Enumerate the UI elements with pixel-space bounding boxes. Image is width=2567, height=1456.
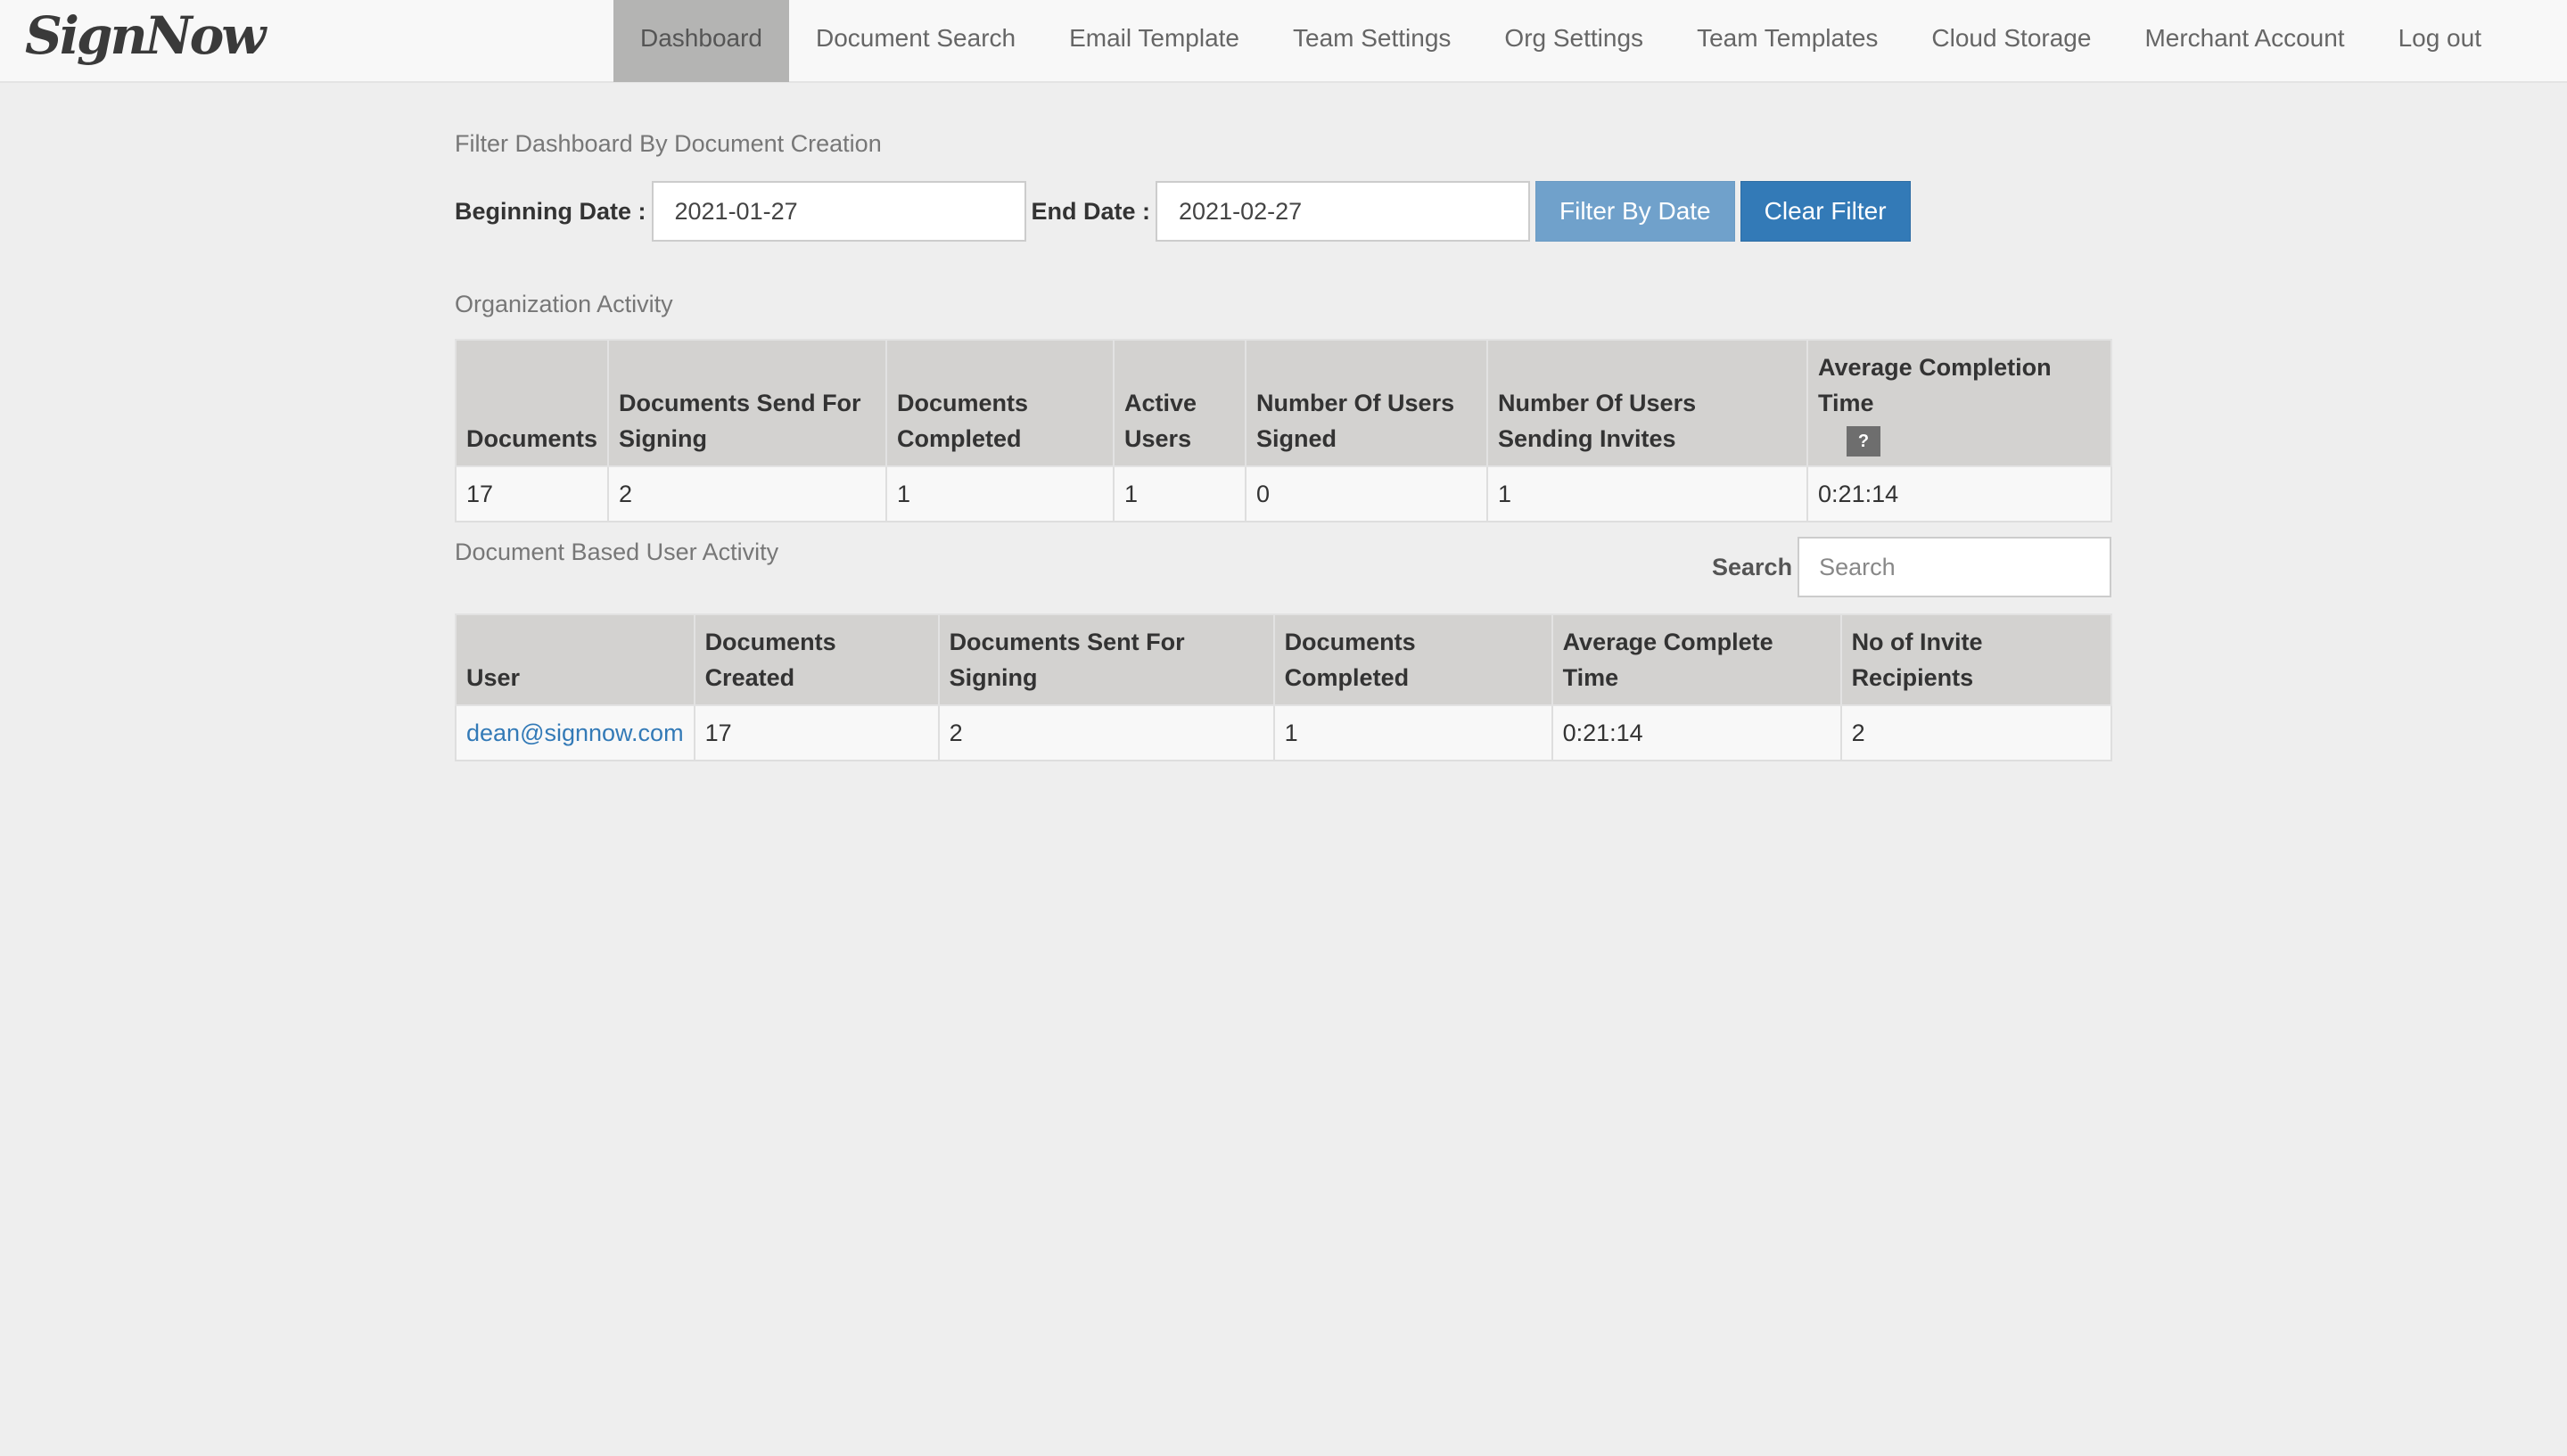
- user-email-link[interactable]: dean@signnow.com: [466, 720, 684, 746]
- user-activity-title: Document Based User Activity: [455, 539, 779, 565]
- beginning-date-label: Beginning Date :: [455, 197, 646, 225]
- cell-invite-recipients: 2: [1839, 704, 2113, 761]
- user-activity-table: User Documents Created Documents Sent Fo…: [455, 613, 2113, 761]
- nav-menu: Dashboard Document Search Email Template…: [613, 0, 2508, 82]
- col-users-signed: Number Of Users Signed: [1245, 339, 1489, 467]
- end-date-label: End Date :: [1031, 197, 1151, 225]
- col-active-users: Active Users: [1113, 339, 1247, 467]
- org-activity-table: Documents Documents Send For Signing Doc…: [454, 339, 2112, 522]
- col-documents-created[interactable]: Documents Created: [693, 613, 940, 706]
- col-documents-completed[interactable]: Documents Completed: [1272, 613, 1553, 706]
- user-search: Search: [1712, 537, 2112, 597]
- date-filter-row: Beginning Date : End Date : Filter By Da…: [455, 181, 1916, 242]
- search-input[interactable]: [1798, 537, 2112, 597]
- cell-documents-completed: 1: [1272, 704, 1553, 761]
- col-user[interactable]: User: [455, 613, 695, 706]
- cell-documents-completed: 1: [885, 465, 1115, 522]
- col-average-completion-time: Average Completion Time ?: [1806, 339, 2112, 467]
- cell-documents-sent-for-signing: 2: [937, 704, 1275, 761]
- clear-filter-button[interactable]: Clear Filter: [1740, 181, 1911, 242]
- col-documents-send-for-signing: Documents Send For Signing: [607, 339, 888, 467]
- table-header-row: User Documents Created Documents Sent Fo…: [455, 613, 2113, 706]
- signnow-logo[interactable]: SignNow: [25, 4, 266, 68]
- help-icon[interactable]: ?: [1847, 426, 1881, 457]
- nav-cloud-storage[interactable]: Cloud Storage: [1905, 0, 2118, 82]
- nav-document-search[interactable]: Document Search: [789, 0, 1042, 82]
- average-completion-time-label: Average Completion Time: [1818, 354, 2052, 416]
- cell-documents-send-for-signing: 2: [607, 465, 888, 522]
- cell-documents: 17: [454, 465, 610, 522]
- table-row: dean@signnow.com 17 2 1 0:21:14 2: [455, 704, 2113, 761]
- col-documents-sent-for-signing[interactable]: Documents Sent For Signing: [937, 613, 1275, 706]
- nav-dashboard[interactable]: Dashboard: [613, 0, 789, 82]
- cell-active-users: 1: [1113, 465, 1247, 522]
- top-navbar: SignNow Dashboard Document Search Email …: [0, 0, 2567, 83]
- col-documents: Documents: [454, 339, 610, 467]
- cell-average-completion-time: 0:21:14: [1806, 465, 2112, 522]
- filter-by-date-button[interactable]: Filter By Date: [1535, 181, 1735, 242]
- cell-users-sending-invites: 1: [1486, 465, 1809, 522]
- col-documents-completed: Documents Completed: [885, 339, 1115, 467]
- table-row: 17 2 1 1 0 1 0:21:14: [454, 465, 2112, 522]
- cell-user: dean@signnow.com: [455, 704, 695, 761]
- search-label: Search: [1712, 553, 1793, 580]
- nav-log-out[interactable]: Log out: [2372, 0, 2508, 82]
- col-average-complete-time[interactable]: Average Complete Time: [1551, 613, 1842, 706]
- filter-section-title: Filter Dashboard By Document Creation: [455, 130, 882, 157]
- org-activity-title: Organization Activity: [455, 291, 673, 317]
- nav-team-templates[interactable]: Team Templates: [1670, 0, 1905, 82]
- col-invite-recipients[interactable]: No of Invite Recipients: [1839, 613, 2113, 706]
- beginning-date-input[interactable]: [651, 181, 1026, 242]
- cell-users-signed: 0: [1245, 465, 1489, 522]
- cell-documents-created: 17: [693, 704, 940, 761]
- end-date-input[interactable]: [1156, 181, 1531, 242]
- nav-email-template[interactable]: Email Template: [1042, 0, 1266, 82]
- cell-average-complete-time: 0:21:14: [1551, 704, 1842, 761]
- nav-merchant-account[interactable]: Merchant Account: [2118, 0, 2371, 82]
- nav-team-settings[interactable]: Team Settings: [1266, 0, 1477, 82]
- col-users-sending-invites: Number Of Users Sending Invites: [1486, 339, 1809, 467]
- table-header-row: Documents Documents Send For Signing Doc…: [454, 339, 2112, 467]
- nav-org-settings[interactable]: Org Settings: [1477, 0, 1670, 82]
